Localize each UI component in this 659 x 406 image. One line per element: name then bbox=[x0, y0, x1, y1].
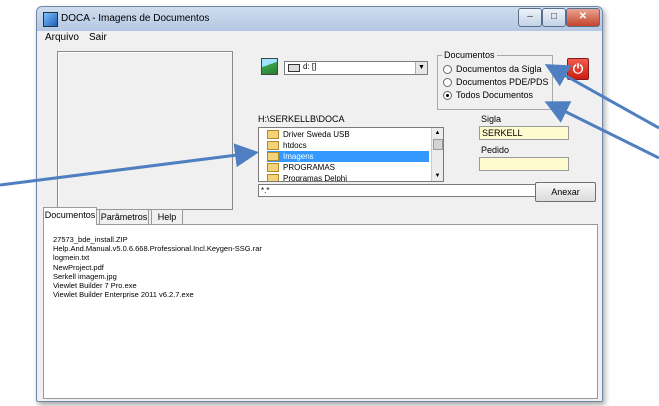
radio-circle[interactable] bbox=[443, 78, 452, 88]
radio-label: Todos Documentos bbox=[456, 90, 534, 100]
folder-icon bbox=[267, 130, 279, 140]
folder-label: Driver Sweda USB bbox=[283, 130, 350, 139]
folder-item[interactable]: Driver Sweda USB bbox=[267, 129, 429, 140]
radio-documentos-da-sigla[interactable]: Documentos da Sigla bbox=[443, 64, 542, 75]
folder-scrollbar[interactable]: ▲ ▼ bbox=[431, 128, 443, 181]
chevron-down-icon[interactable]: ▼ bbox=[415, 62, 427, 74]
folder-label: Imagens bbox=[283, 152, 314, 161]
folder-list[interactable]: Driver Sweda USB htdocs Imagens PROGRAMA… bbox=[258, 127, 444, 182]
list-item[interactable]: Viewlet Builder Enterprise 2011 v6.2.7.e… bbox=[53, 290, 593, 299]
radio-label: Documentos PDE/PDS bbox=[456, 77, 549, 87]
power-button[interactable]: ⏻ bbox=[567, 58, 589, 80]
folder-label: PROGRAMAS bbox=[283, 163, 336, 172]
scroll-thumb[interactable] bbox=[433, 139, 443, 150]
folder-item[interactable]: htdocs bbox=[267, 140, 429, 151]
sigla-field[interactable]: SERKELL bbox=[479, 126, 569, 140]
scroll-up-icon[interactable]: ▲ bbox=[432, 128, 443, 138]
sigla-label: Sigla bbox=[481, 114, 502, 124]
radio-todos-documentos[interactable]: Todos Documentos bbox=[443, 90, 533, 101]
file-list[interactable]: 27573_bde_install.ZIP Help.And.Manual.v5… bbox=[53, 235, 593, 390]
client-area: d: [] ▼ H:\SERKELLB\DOCA Driver Sweda US… bbox=[37, 45, 602, 401]
drive-value: d: [] bbox=[303, 62, 317, 71]
list-item[interactable]: Viewlet Builder 7 Pro.exe bbox=[53, 281, 593, 290]
tab-documentos[interactable]: Documentos bbox=[43, 207, 97, 225]
pedido-label: Pedido bbox=[481, 145, 510, 155]
folder-label: Programas Delphi bbox=[283, 174, 348, 182]
folder-icon bbox=[267, 163, 279, 173]
folder-item-selected[interactable]: Imagens bbox=[267, 151, 429, 162]
app-icon bbox=[43, 12, 58, 27]
radio-circle-checked[interactable] bbox=[443, 91, 452, 101]
radio-label: Documentos da Sigla bbox=[456, 64, 542, 74]
menu-bar: Arquivo Sair bbox=[37, 31, 602, 45]
picture-icon[interactable] bbox=[261, 58, 278, 75]
menu-arquivo[interactable]: Arquivo bbox=[45, 32, 79, 43]
radio-circle[interactable] bbox=[443, 65, 452, 75]
list-item[interactable]: Serkell imagem.jpg bbox=[53, 272, 593, 281]
folder-label: htdocs bbox=[283, 141, 307, 150]
drive-select[interactable]: d: [] ▼ bbox=[284, 61, 428, 75]
folder-icon bbox=[267, 141, 279, 151]
documentos-group-title: Documentos bbox=[442, 50, 497, 60]
list-item[interactable]: 27573_bde_install.ZIP bbox=[53, 235, 593, 244]
tab-parametros[interactable]: Parâmetros bbox=[99, 209, 149, 224]
scroll-down-icon[interactable]: ▼ bbox=[432, 171, 443, 181]
radio-documentos-pde-pds[interactable]: Documentos PDE/PDS bbox=[443, 77, 549, 88]
window-title: DOCA - Imagens de Documentos bbox=[61, 13, 210, 24]
restore-button[interactable]: □ bbox=[542, 8, 566, 27]
menu-sair[interactable]: Sair bbox=[89, 32, 107, 43]
folder-icon bbox=[267, 152, 279, 162]
minimize-button[interactable]: – bbox=[518, 8, 542, 27]
pedido-field[interactable] bbox=[479, 157, 569, 171]
file-filter-input[interactable]: *.* bbox=[258, 184, 536, 197]
list-item[interactable]: NewProject.pdf bbox=[53, 263, 593, 272]
folder-item[interactable]: Programas Delphi bbox=[267, 173, 429, 182]
folder-icon bbox=[267, 174, 279, 181]
current-path: H:\SERKELLB\DOCA bbox=[258, 114, 345, 124]
folder-item[interactable]: PROGRAMAS bbox=[267, 162, 429, 173]
documentos-panel: 27573_bde_install.ZIP Help.And.Manual.v5… bbox=[43, 224, 598, 399]
app-window: DOCA - Imagens de Documentos – □ ✕ Arqui… bbox=[36, 6, 603, 402]
anexar-button[interactable]: Anexar bbox=[535, 182, 596, 202]
list-item[interactable]: logmein.txt bbox=[53, 253, 593, 262]
close-button[interactable]: ✕ bbox=[566, 8, 600, 27]
title-bar[interactable]: DOCA - Imagens de Documentos – □ ✕ bbox=[37, 7, 602, 31]
image-preview bbox=[57, 51, 233, 210]
drive-icon bbox=[288, 64, 300, 72]
list-item[interactable]: Help.And.Manual.v5.0.6.668.Professional.… bbox=[53, 244, 593, 253]
tab-help[interactable]: Help bbox=[151, 209, 183, 224]
